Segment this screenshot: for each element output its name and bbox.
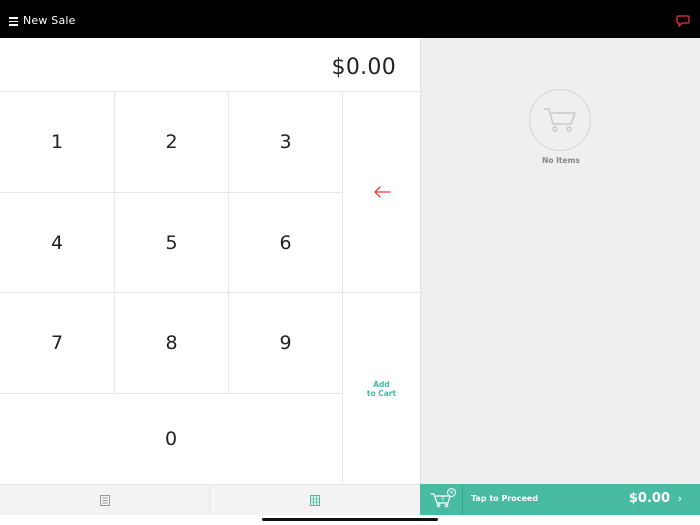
key-2[interactable]: 2 xyxy=(115,92,229,193)
amount-display-row: $0.00 xyxy=(0,38,420,92)
cart-button[interactable]: 0 × xyxy=(420,484,463,515)
chevron-right-icon: › xyxy=(677,492,682,505)
proceed-button[interactable]: Tap to Proceed $0.00 › xyxy=(464,484,700,515)
no-items-label: No Items xyxy=(542,156,580,165)
key-7[interactable]: 7 xyxy=(0,293,115,394)
cart-panel: No Items xyxy=(420,38,700,484)
add-to-cart-label: Add to Cart xyxy=(366,379,397,398)
cart-count: 0 xyxy=(442,496,445,502)
key-5[interactable]: 5 xyxy=(115,193,229,293)
number-keypad: 1 2 3 4 5 6 7 8 9 0 Add to Cart xyxy=(0,92,420,484)
proceed-total: $0.00 xyxy=(628,491,670,506)
arrow-left-icon xyxy=(373,186,391,198)
key-1[interactable]: 1 xyxy=(0,92,115,193)
top-bar: New Sale xyxy=(0,0,700,38)
backspace-button[interactable] xyxy=(343,92,420,293)
chat-bubble-icon[interactable] xyxy=(676,15,690,27)
key-9[interactable]: 9 xyxy=(229,293,343,394)
checkout-bar: 0 × Tap to Proceed $0.00 › xyxy=(420,484,700,515)
proceed-label: Tap to Proceed xyxy=(471,494,539,503)
hamburger-menu-icon[interactable] xyxy=(9,17,18,26)
grid-icon xyxy=(310,494,320,506)
close-circle-icon[interactable]: × xyxy=(447,488,456,497)
empty-cart-illustration xyxy=(529,89,591,151)
key-6[interactable]: 6 xyxy=(229,193,343,293)
add-to-cart-button[interactable]: Add to Cart xyxy=(343,293,420,484)
amount-display: $0.00 xyxy=(331,55,396,80)
page-title: New Sale xyxy=(23,14,76,27)
key-8[interactable]: 8 xyxy=(115,293,229,394)
cart-icon xyxy=(543,108,576,132)
tab-keypad[interactable] xyxy=(210,485,420,515)
home-indicator[interactable] xyxy=(262,518,438,521)
key-0[interactable]: 0 xyxy=(0,394,343,484)
list-icon xyxy=(99,494,110,506)
key-4[interactable]: 4 xyxy=(0,193,115,293)
tab-list[interactable] xyxy=(0,485,210,515)
key-3[interactable]: 3 xyxy=(229,92,343,193)
bottom-tab-bar xyxy=(0,484,420,515)
